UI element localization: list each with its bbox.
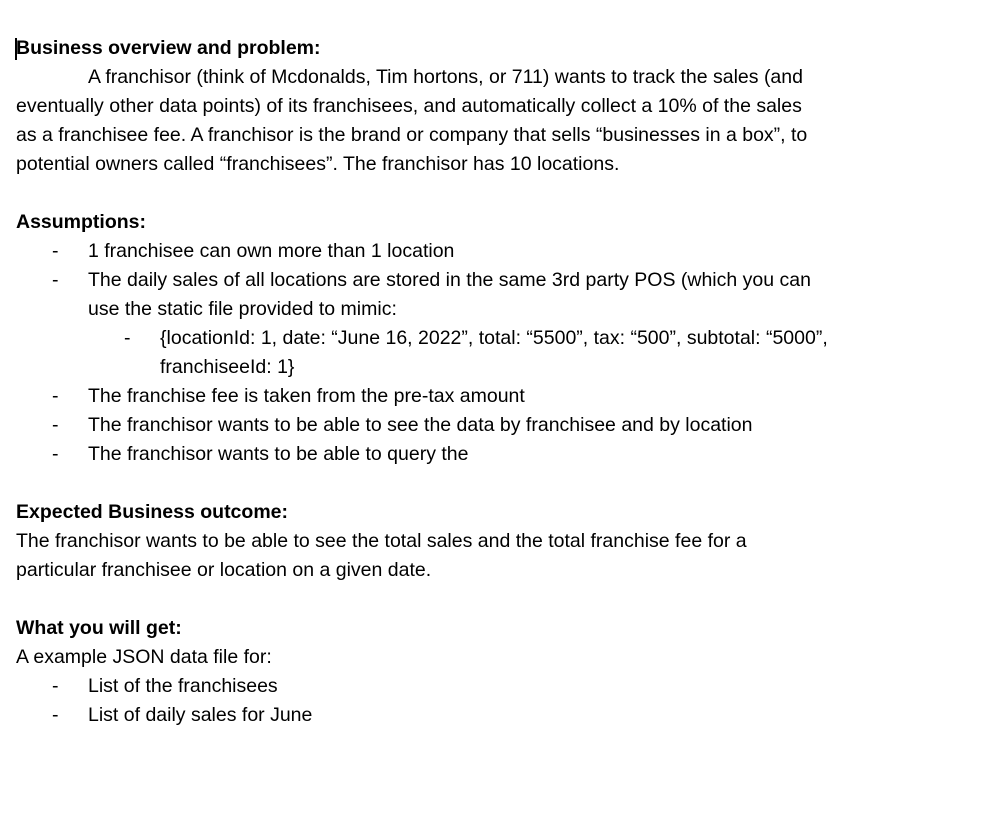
assumption-subitem: - {locationId: 1, date: “June 16, 2022”,… <box>16 324 946 353</box>
assumption-subitem-continuation: franchiseeId: 1} <box>16 353 946 382</box>
business-paragraph-line: as a franchisee fee. A franchisor is the… <box>16 124 808 146</box>
document-body[interactable]: Business overview and problem: A franchi… <box>15 34 946 730</box>
assumption-subtext: {locationId: 1, date: “June 16, 2022”, t… <box>160 327 828 349</box>
bullet-dash: - <box>52 443 59 465</box>
outcome-line: particular franchisee or location on a g… <box>16 559 432 581</box>
outcome-heading: Expected Business outcome: <box>16 501 288 523</box>
what-you-get-intro: A example JSON data file for: <box>16 646 272 668</box>
what-you-get-text: List of the franchisees <box>88 675 278 697</box>
assumption-text: The franchise fee is taken from the pre-… <box>88 385 525 407</box>
assumption-item: - The daily sales of all locations are s… <box>16 266 946 295</box>
assumption-text: 1 franchisee can own more than 1 locatio… <box>88 240 455 262</box>
assumption-item: - The franchisor wants to be able to see… <box>16 411 946 440</box>
assumption-item: - 1 franchisee can own more than 1 locat… <box>16 237 946 266</box>
bullet-dash: - <box>52 385 59 407</box>
assumption-text: The franchisor wants to be able to see t… <box>88 414 753 436</box>
assumption-text: The daily sales of all locations are sto… <box>88 269 811 291</box>
bullet-dash: - <box>52 414 59 436</box>
assumption-text: use the static file provided to mimic: <box>88 298 397 320</box>
business-paragraph-line: eventually other data points) of its fra… <box>16 95 802 117</box>
bullet-dash: - <box>52 704 59 726</box>
assumption-item-continuation: use the static file provided to mimic: <box>16 295 946 324</box>
bullet-dash: - <box>124 327 131 349</box>
outcome-line: The franchisor wants to be able to see t… <box>16 530 747 552</box>
assumption-text: The franchisor wants to be able to query… <box>88 443 469 465</box>
what-you-get-item: - List of the franchisees <box>16 672 946 701</box>
business-paragraph-line: A franchisor (think of Mcdonalds, Tim ho… <box>88 66 803 88</box>
what-you-get-heading: What you will get: <box>16 617 182 639</box>
assumptions-heading: Assumptions: <box>16 211 147 233</box>
assumption-item: - The franchise fee is taken from the pr… <box>16 382 946 411</box>
bullet-dash: - <box>52 269 59 291</box>
bullet-dash: - <box>52 675 59 697</box>
bullet-dash: - <box>52 240 59 262</box>
what-you-get-text: List of daily sales for June <box>88 704 313 726</box>
text-cursor <box>15 38 17 60</box>
assumption-item: - The franchisor wants to be able to que… <box>16 440 946 469</box>
business-paragraph-line: potential owners called “franchisees”. T… <box>16 153 620 175</box>
business-overview-heading: Business overview and problem: <box>15 37 321 60</box>
what-you-get-item: - List of daily sales for June <box>16 701 946 730</box>
assumption-subtext: franchiseeId: 1} <box>160 356 295 378</box>
